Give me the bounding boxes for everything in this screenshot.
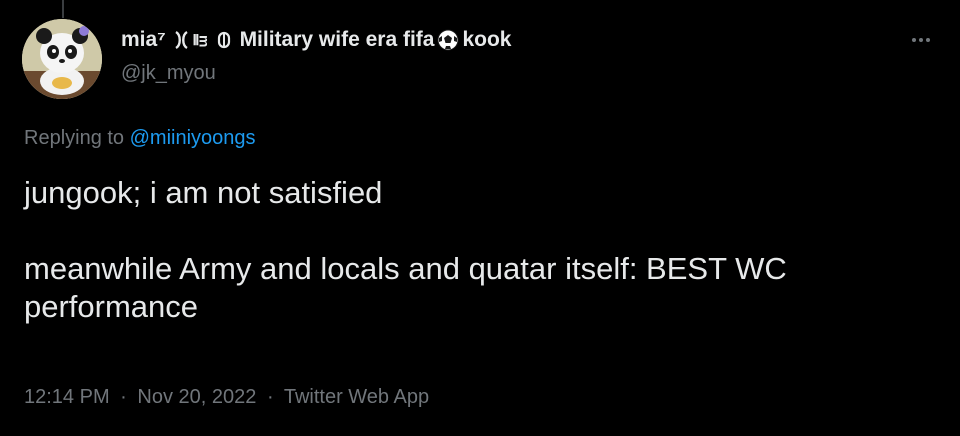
avatar[interactable] — [22, 19, 102, 99]
display-name-part-2: ⦀ᴟ — [192, 31, 208, 48]
more-options-icon — [926, 38, 930, 42]
meta-separator: · — [120, 386, 127, 408]
more-options-icon — [919, 38, 923, 42]
panda-avatar-icon — [22, 19, 102, 99]
display-name[interactable]: mia⁷ ⦀ᴟ Military wife era fifa kook — [121, 28, 511, 52]
display-name-part-4: kook — [462, 28, 512, 51]
tweet-line-1: jungook; i am not satisfied — [24, 175, 383, 210]
replying-to-label: Replying to — [24, 127, 125, 149]
meta-separator: · — [266, 386, 274, 408]
tweet-date[interactable]: Nov 20, 2022 — [137, 386, 256, 408]
author-handle[interactable]: @jk_myou — [121, 62, 216, 85]
thread-connector-line — [62, 0, 64, 18]
tweet-text: jungook; i am not satisfied meanwhile Ar… — [24, 174, 940, 326]
soccer-ball-icon — [437, 29, 459, 51]
crescent-symbol-icon — [173, 30, 191, 50]
bracket-symbol-icon — [215, 30, 233, 50]
replying-to: Replying to @miiniyoongs — [24, 127, 256, 150]
tweet-metadata: 12:14 PM · Nov 20, 2022 · Twitter Web Ap… — [24, 386, 429, 409]
tweet-source[interactable]: Twitter Web App — [284, 386, 429, 408]
tweet-line-2: meanwhile Army and locals and quatar its… — [24, 251, 787, 324]
display-name-part-3: Military wife era fifa — [239, 28, 435, 51]
reply-mention-link[interactable]: @miiniyoongs — [130, 127, 256, 149]
more-options-button[interactable] — [904, 30, 938, 50]
more-options-icon — [912, 38, 916, 42]
tweet-time[interactable]: 12:14 PM — [24, 386, 110, 408]
display-name-part-1: mia⁷ — [121, 28, 166, 51]
